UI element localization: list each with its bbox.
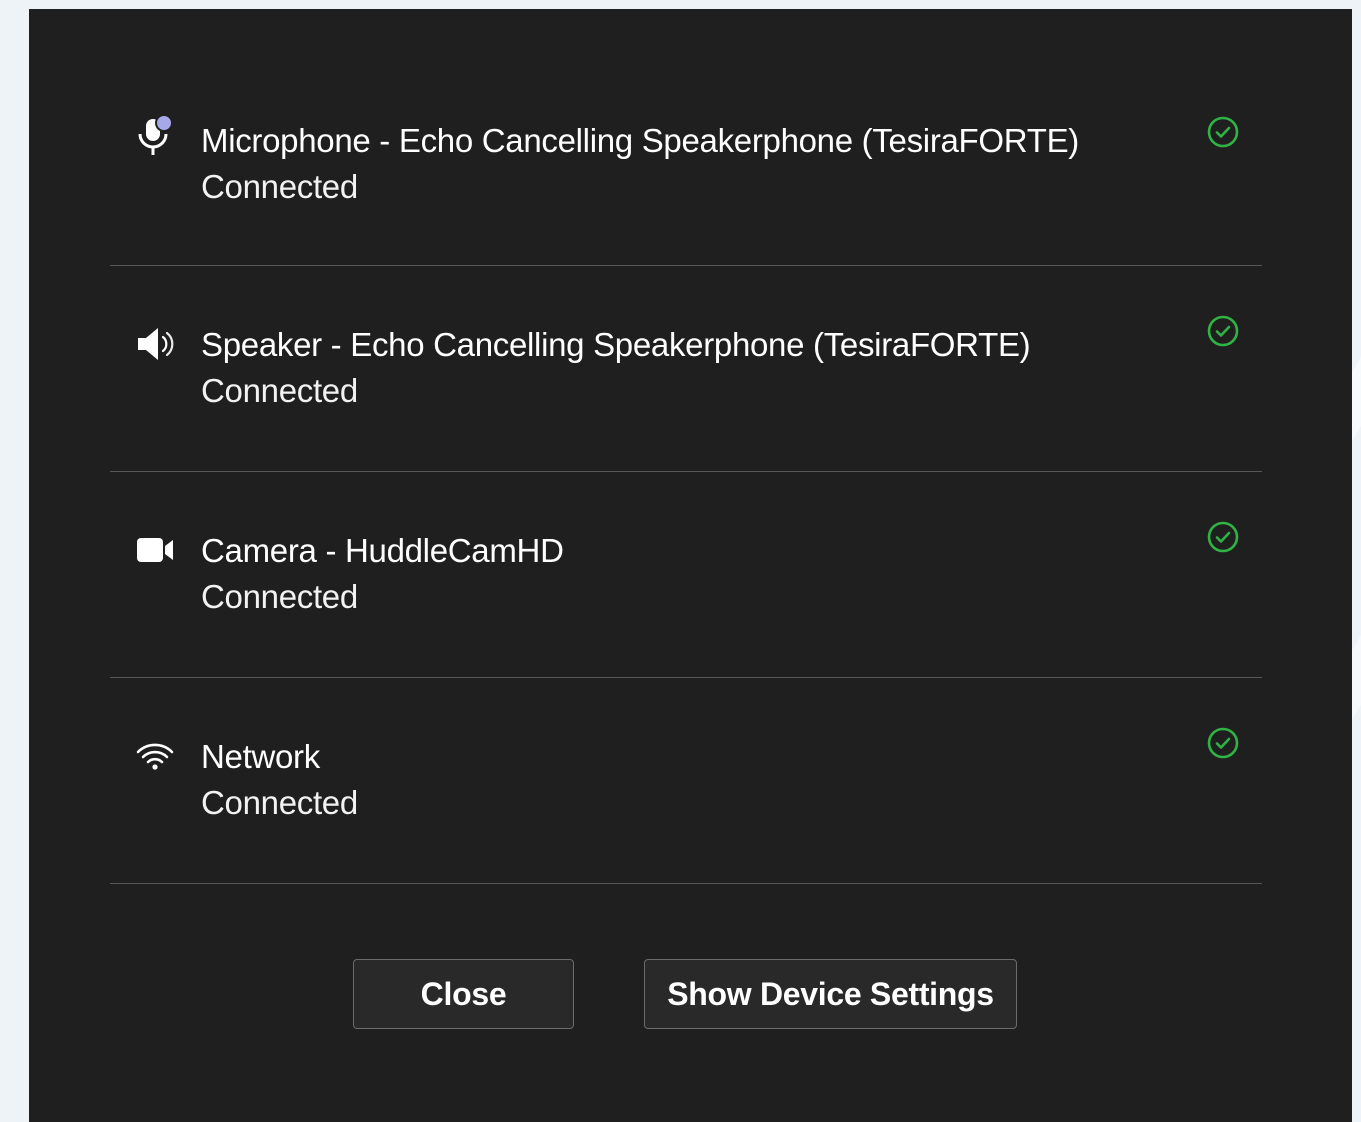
show-device-settings-button[interactable]: Show Device Settings [644,959,1017,1029]
check-circle-icon [1207,521,1239,553]
check-circle-icon [1207,315,1239,347]
device-title: Speaker - Echo Cancelling Speakerphone (… [201,326,1031,363]
network-icon [134,736,176,776]
device-row-speaker: Speaker - Echo Cancelling Speakerphone (… [110,266,1262,472]
device-status: Connected [201,372,358,409]
device-row-network: Network Connected [110,678,1262,884]
camera-icon [134,530,176,570]
device-row-camera: Camera - HuddleCamHD Connected [110,472,1262,678]
device-row-microphone: Microphone - Echo Cancelling Speakerphon… [110,69,1262,266]
device-status: Connected [201,168,358,205]
microphone-icon [134,114,176,157]
device-title: Microphone - Echo Cancelling Speakerphon… [201,122,1079,159]
close-button[interactable]: Close [353,959,574,1029]
speaker-icon [134,324,176,364]
device-title: Network [201,738,320,775]
device-title: Camera - HuddleCamHD [201,532,564,569]
dialog-actions: Close Show Device Settings [29,959,1352,1031]
device-status-dialog: Microphone - Echo Cancelling Speakerphon… [29,9,1352,1122]
check-circle-icon [1207,727,1239,759]
device-list: Microphone - Echo Cancelling Speakerphon… [110,69,1262,884]
check-circle-icon [1207,116,1239,148]
device-status: Connected [201,784,358,821]
device-status: Connected [201,578,358,615]
